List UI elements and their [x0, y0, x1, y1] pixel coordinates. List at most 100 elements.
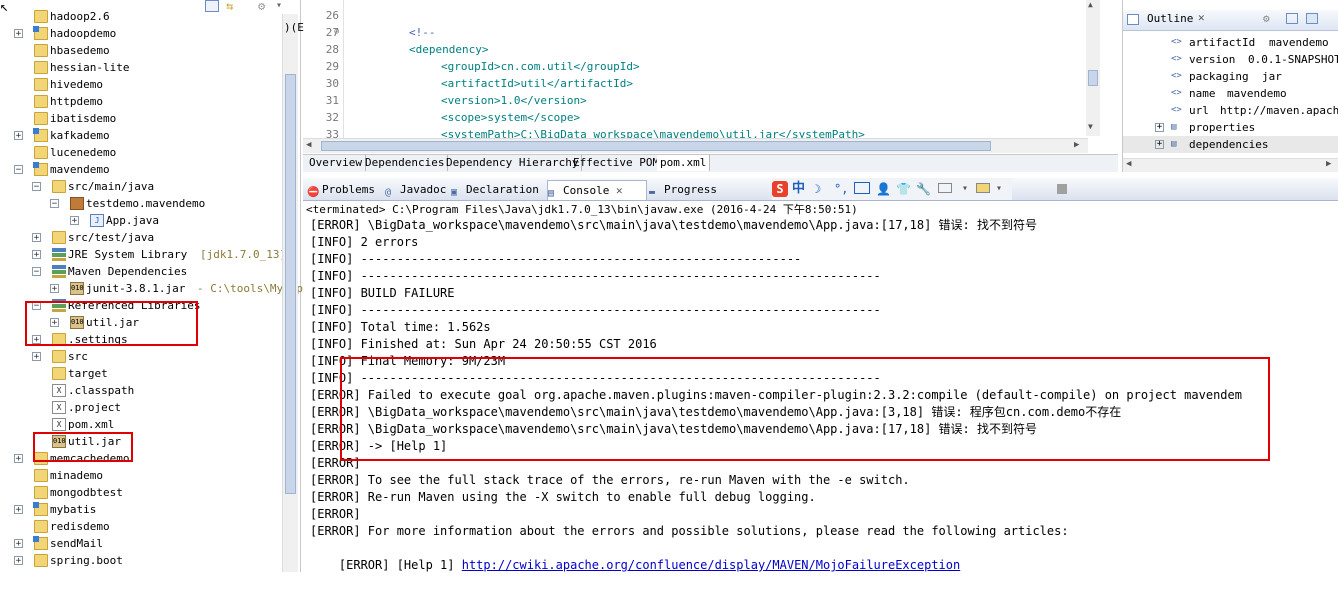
outline-item[interactable]: <> packaging jar: [1123, 68, 1338, 85]
tree-item[interactable]: + kafkademo: [0, 127, 282, 144]
tree-item[interactable]: − Maven Dependencies: [0, 263, 282, 280]
tab-console[interactable]: ▤ Console ✕: [547, 180, 647, 200]
tab-overview[interactable]: Overview: [306, 155, 366, 171]
display-selected-console-icon[interactable]: [938, 183, 952, 193]
user-icon[interactable]: 👤: [876, 181, 891, 197]
close-icon[interactable]: ✕: [609, 184, 623, 197]
chevron-down-icon[interactable]: ▾: [996, 181, 1002, 197]
outline-title: Outline: [1147, 12, 1194, 25]
terminate-icon[interactable]: [1057, 184, 1067, 194]
outline-item[interactable]: <> artifactId mavendemo: [1123, 34, 1338, 51]
expand-icon[interactable]: +: [14, 29, 23, 39]
tree-item-label: hessian-lite: [50, 61, 130, 74]
outline-horizontal-scrollbar[interactable]: ◀ ▶: [1123, 158, 1338, 172]
punctuation-icon[interactable]: °,: [834, 181, 848, 197]
expand-icon[interactable]: +: [50, 284, 59, 294]
tree-item[interactable]: − src/main/java: [0, 178, 282, 195]
tree-item[interactable]: + J App.java: [0, 212, 282, 229]
collapse-icon[interactable]: −: [50, 199, 59, 209]
outline-item[interactable]: <> url http://maven.apache.: [1123, 102, 1338, 119]
expand-icon[interactable]: +: [1155, 123, 1164, 132]
expand-icon[interactable]: +: [32, 250, 41, 260]
collapse-icon[interactable]: −: [14, 165, 23, 175]
skin-icon[interactable]: 👕: [896, 181, 911, 197]
expand-icon[interactable]: +: [14, 454, 23, 464]
pom-editor[interactable]: 26 27 28 29 30 31 32 33 ⊖ <!-- <dependency> <group…: [303, 0, 1118, 172]
expand-icon[interactable]: +: [14, 539, 23, 549]
tree-item[interactable]: X .project: [0, 399, 282, 416]
tree-item[interactable]: minademo: [0, 467, 282, 484]
tree-item[interactable]: X .classpath: [0, 382, 282, 399]
tree-item[interactable]: hessian-lite: [0, 59, 282, 76]
outline-item[interactable]: <> version 0.0.1-SNAPSHOT: [1123, 51, 1338, 68]
collapse-icon[interactable]: −: [32, 182, 41, 192]
tab-progress[interactable]: ▬ Progress: [649, 180, 725, 199]
editor-horizontal-scrollbar[interactable]: ◀ ▶: [303, 138, 1088, 153]
tree-item[interactable]: +010 junit-3.8.1.jar - C:\tools\Myrep: [0, 280, 303, 297]
xml-tag-icon: <>: [1171, 54, 1182, 64]
expand-icon[interactable]: +: [1155, 140, 1164, 149]
tree-item[interactable]: ibatisdemo: [0, 110, 282, 127]
outline-value: mavendemo: [1269, 36, 1329, 49]
tree-item[interactable]: target: [0, 365, 282, 382]
tree-item[interactable]: hadoop2.6: [0, 8, 282, 25]
help-link[interactable]: http://cwiki.apache.org/confluence/displ…: [462, 558, 961, 572]
tree-item[interactable]: + src: [0, 348, 282, 365]
tree-item[interactable]: + hadoopdemo: [0, 25, 282, 42]
expand-icon[interactable]: +: [14, 131, 23, 141]
outline-item[interactable]: <> name mavendemo: [1123, 85, 1338, 102]
tab-pom-xml[interactable]: pom.xml: [657, 155, 711, 171]
tree-item[interactable]: + src/test/java: [0, 229, 282, 246]
tree-item[interactable]: + spring.boot: [0, 552, 282, 569]
project-icon: [33, 128, 48, 142]
ime-lang[interactable]: 中: [792, 181, 805, 197]
editor-vertical-scrollbar[interactable]: ▲ ▼: [1086, 0, 1100, 136]
console-line: [INFO] Total time: 1.562s: [310, 320, 491, 334]
tree-item[interactable]: + mybatis: [0, 501, 282, 518]
expand-icon[interactable]: +: [70, 216, 79, 226]
expand-icon[interactable]: +: [32, 233, 41, 243]
tree-item[interactable]: hbasedemo: [0, 42, 282, 59]
tab-javadoc[interactable]: @ Javadoc: [385, 180, 447, 199]
tab-problems[interactable]: ⛔ Problems: [307, 180, 381, 199]
minimize-icon[interactable]: [1286, 13, 1298, 24]
keyboard-icon[interactable]: [854, 182, 870, 194]
close-icon[interactable]: ✕: [1198, 11, 1205, 24]
wrench-icon[interactable]: 🔧: [916, 181, 931, 197]
open-console-icon[interactable]: [976, 183, 990, 193]
element-icon: ▤: [1171, 139, 1177, 149]
outline-item[interactable]: + ▤ properties: [1123, 119, 1338, 136]
tree-item[interactable]: − mavendemo: [0, 161, 282, 178]
tree-item[interactable]: + sendMail: [0, 535, 282, 552]
tree-item[interactable]: redisdemo: [0, 518, 282, 535]
tree-item[interactable]: httpdemo: [0, 93, 282, 110]
tree-item[interactable]: − testdemo.mavendemo: [0, 195, 282, 212]
chevron-down-icon[interactable]: ▾: [962, 181, 968, 197]
code-area[interactable]: <!-- <dependency> <groupId>cn.com.util</gr…: [303, 0, 1088, 138]
tree-item[interactable]: Xpom.xml: [0, 416, 282, 433]
tree-item[interactable]: hivedemo: [0, 76, 282, 93]
tab-dependency-hierarchy[interactable]: Dependency Hierarchy: [443, 155, 583, 171]
sort-icon[interactable]: ⚙: [1263, 12, 1270, 25]
pom-editor-tabs: Overview Dependencies Dependency Hierarchy…: [303, 154, 1118, 172]
folder-icon: [34, 146, 48, 159]
collapse-icon[interactable]: −: [32, 267, 41, 277]
tree-item[interactable]: mongodbtest: [0, 484, 282, 501]
tree-item-label: .project: [68, 401, 121, 414]
explorer-scrollbar[interactable]: [282, 14, 298, 572]
expand-icon[interactable]: +: [14, 505, 23, 515]
tab-label: Problems: [322, 183, 375, 196]
console-line: [INFO] 2 errors: [310, 235, 419, 249]
tab-effective-pom[interactable]: Effective POM: [570, 155, 664, 171]
maximize-icon[interactable]: [1306, 13, 1318, 24]
tab-declaration[interactable]: ▣ Declaration: [451, 180, 543, 199]
moon-icon[interactable]: ☽: [814, 181, 821, 197]
sogou-icon[interactable]: S: [772, 181, 788, 197]
library-icon: [52, 265, 66, 278]
tree-item[interactable]: + JRE System Library [jdk1.7.0_13]: [0, 246, 286, 263]
outline-item[interactable]: + ▤ dependencies: [1123, 136, 1338, 153]
expand-icon[interactable]: +: [14, 556, 23, 566]
tab-dependencies[interactable]: Dependencies: [362, 155, 449, 171]
expand-icon[interactable]: +: [32, 352, 41, 362]
tree-item[interactable]: lucenedemo: [0, 144, 282, 161]
